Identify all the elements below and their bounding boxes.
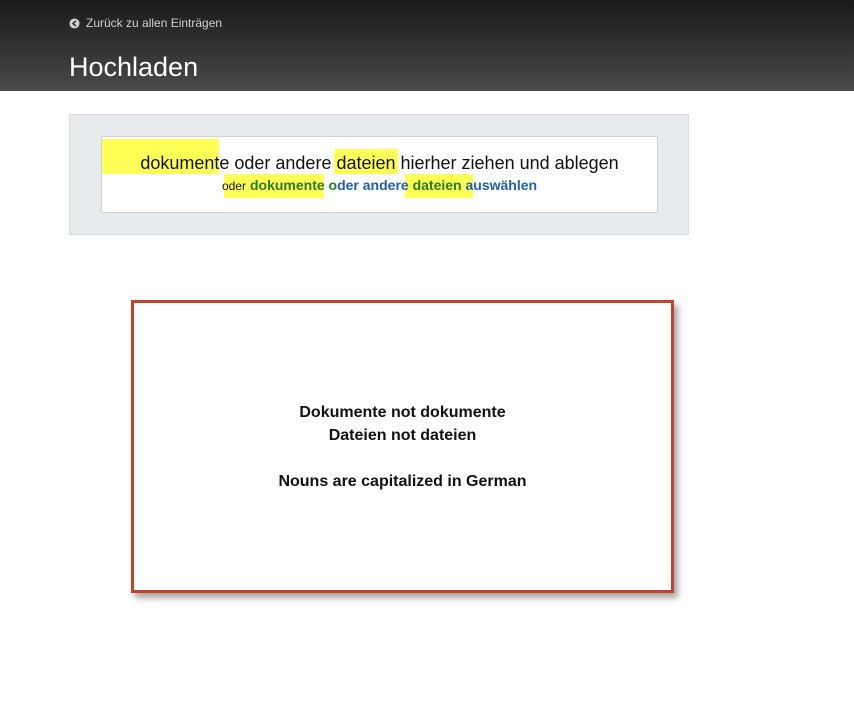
- select-link-part2: der andere: [337, 177, 413, 193]
- annotation-line-1: Dokumente not dokumente: [299, 404, 506, 421]
- select-link-part1: dokumente o: [249, 177, 338, 193]
- or-label: oder: [221, 179, 246, 193]
- drop-text-rest: hierher ziehen und ablegen: [395, 153, 619, 173]
- page-header: Zurück zu allen Einträgen Hochladen: [0, 0, 854, 91]
- drop-word-dateien: dateien: [336, 153, 396, 173]
- drop-word-dokumente: dokumente: [140, 153, 230, 173]
- upload-panel: dokumente oder andere dateien hierher zi…: [69, 114, 689, 235]
- file-drop-zone[interactable]: dokumente oder andere dateien hierher zi…: [101, 136, 658, 213]
- arrow-left-circle-icon: [69, 17, 80, 29]
- select-files-link[interactable]: dokumente oder andere dateien auswählen: [250, 177, 537, 193]
- back-to-entries-link[interactable]: Zurück zu allen Einträgen: [69, 15, 222, 31]
- annotation-callout: Dokumente not dokumente Dateien not date…: [131, 300, 674, 593]
- select-files-line: oder dokumente oder andere dateien auswäh…: [102, 176, 657, 196]
- back-link-label: Zurück zu allen Einträgen: [86, 16, 223, 30]
- annotation-line-2: Dateien not dateien: [328, 427, 477, 444]
- page-title: Hochladen: [69, 52, 199, 82]
- annotation-line-3: Nouns are capitalized in German: [278, 473, 527, 490]
- drop-instructions: dokumente oder andere dateien hierher zi…: [102, 152, 657, 174]
- select-link-part4: auswählen: [461, 177, 538, 193]
- select-link-part3: dateien: [412, 177, 462, 193]
- drop-text-mid: oder andere: [229, 153, 337, 173]
